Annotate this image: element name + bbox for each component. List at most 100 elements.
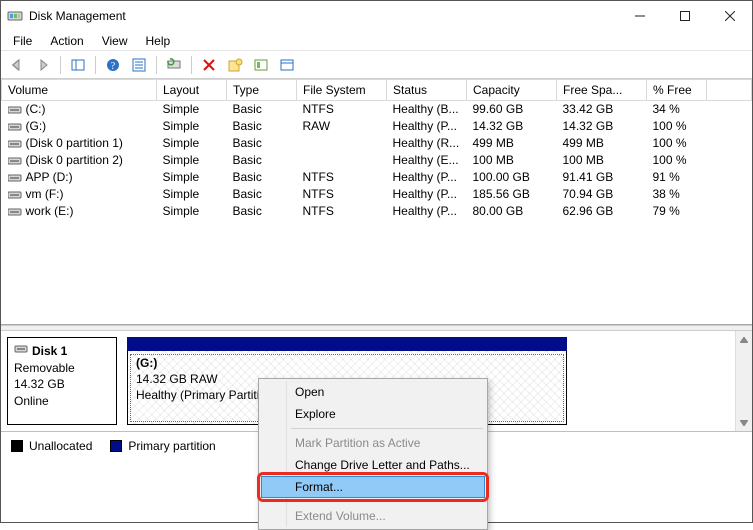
table-cell: 91.41 GB — [557, 169, 647, 186]
disk-pane-scrollbar[interactable] — [735, 331, 752, 431]
table-cell: 34 % — [647, 101, 707, 118]
table-row[interactable]: APP (D:)SimpleBasicNTFSHealthy (P...100.… — [2, 169, 752, 186]
table-row[interactable]: vm (F:)SimpleBasicNTFSHealthy (P...185.5… — [2, 186, 752, 203]
scroll-up-button[interactable] — [736, 331, 752, 348]
table-cell: 185.56 GB — [467, 186, 557, 203]
toolbar: ? — [1, 51, 752, 79]
disk-state: Online — [14, 393, 110, 409]
menu-action[interactable]: Action — [42, 32, 91, 50]
primary-swatch — [110, 440, 122, 452]
forward-button[interactable] — [31, 54, 55, 76]
table-cell: 100 % — [647, 135, 707, 152]
help-button[interactable]: ? — [101, 54, 125, 76]
table-cell: 100.00 GB — [467, 169, 557, 186]
table-row[interactable]: (Disk 0 partition 2)SimpleBasicHealthy (… — [2, 152, 752, 169]
column-header[interactable]: Status — [387, 80, 467, 101]
table-cell: NTFS — [297, 101, 387, 118]
settings-button[interactable] — [275, 54, 299, 76]
table-cell: NTFS — [297, 169, 387, 186]
table-cell: Healthy (P... — [387, 169, 467, 186]
table-row[interactable]: (G:)SimpleBasicRAWHealthy (P...14.32 GB1… — [2, 118, 752, 135]
context-menu-separator — [291, 501, 483, 502]
drive-icon — [8, 189, 22, 201]
table-cell — [707, 186, 752, 203]
maximize-button[interactable] — [662, 1, 707, 31]
volume-list[interactable]: VolumeLayoutTypeFile SystemStatusCapacit… — [1, 79, 752, 325]
menu-help[interactable]: Help — [138, 32, 179, 50]
table-cell — [297, 152, 387, 169]
scroll-down-button[interactable] — [736, 414, 752, 431]
show-hide-console-tree-button[interactable] — [66, 54, 90, 76]
table-cell: Healthy (R... — [387, 135, 467, 152]
table-cell: vm (F:) — [2, 186, 157, 203]
table-cell: Basic — [227, 186, 297, 203]
table-cell: 100 MB — [467, 152, 557, 169]
context-menu-item[interactable]: Explore — [261, 403, 485, 425]
drive-icon — [8, 138, 22, 150]
table-cell: 38 % — [647, 186, 707, 203]
drive-icon — [8, 172, 22, 184]
table-cell: 91 % — [647, 169, 707, 186]
delete-button[interactable] — [197, 54, 221, 76]
context-menu[interactable]: OpenExploreMark Partition as ActiveChang… — [258, 378, 488, 530]
table-cell: Basic — [227, 152, 297, 169]
table-cell: (C:) — [2, 101, 157, 118]
disk-icon — [14, 342, 28, 360]
drive-icon — [8, 121, 22, 133]
column-header[interactable]: Layout — [157, 80, 227, 101]
drive-icon — [8, 206, 22, 218]
disk-header-box[interactable]: Disk 1 Removable 14.32 GB Online — [7, 337, 117, 425]
properties-button[interactable] — [127, 54, 151, 76]
table-cell: Healthy (B... — [387, 101, 467, 118]
context-menu-item[interactable]: Change Drive Letter and Paths... — [261, 454, 485, 476]
column-header[interactable]: Volume — [2, 80, 157, 101]
legend-primary-label: Primary partition — [128, 439, 215, 453]
toolbar-separator — [191, 56, 192, 74]
column-header[interactable]: Capacity — [467, 80, 557, 101]
table-cell: 70.94 GB — [557, 186, 647, 203]
back-button[interactable] — [5, 54, 29, 76]
table-cell — [707, 135, 752, 152]
toolbar-separator — [60, 56, 61, 74]
table-cell: Simple — [157, 169, 227, 186]
table-cell: Basic — [227, 203, 297, 220]
column-header-blank[interactable] — [707, 80, 752, 101]
column-header[interactable]: Type — [227, 80, 297, 101]
menu-view[interactable]: View — [94, 32, 136, 50]
table-cell: Simple — [157, 118, 227, 135]
column-header[interactable]: % Free — [647, 80, 707, 101]
table-cell: work (E:) — [2, 203, 157, 220]
column-headers[interactable]: VolumeLayoutTypeFile SystemStatusCapacit… — [2, 80, 752, 101]
partition-name: (G:) — [136, 355, 558, 371]
table-cell — [707, 203, 752, 220]
table-cell: APP (D:) — [2, 169, 157, 186]
table-row[interactable]: (Disk 0 partition 1)SimpleBasicHealthy (… — [2, 135, 752, 152]
disk-title: Disk 1 — [32, 343, 67, 359]
menu-bar: File Action View Help — [1, 31, 752, 51]
table-cell — [707, 152, 752, 169]
close-button[interactable] — [707, 1, 752, 31]
table-cell: 499 MB — [557, 135, 647, 152]
column-header[interactable]: Free Spa... — [557, 80, 647, 101]
table-row[interactable]: (C:)SimpleBasicNTFSHealthy (B...99.60 GB… — [2, 101, 752, 118]
legend-unallocated: Unallocated — [11, 439, 92, 453]
new-partition-button[interactable] — [223, 54, 247, 76]
table-row[interactable]: work (E:)SimpleBasicNTFSHealthy (P...80.… — [2, 203, 752, 220]
table-cell: Simple — [157, 186, 227, 203]
toolbar-separator — [95, 56, 96, 74]
context-menu-item[interactable]: Open — [261, 381, 485, 403]
context-menu-item[interactable]: Format... — [261, 476, 485, 498]
table-cell: Basic — [227, 118, 297, 135]
minimize-button[interactable] — [617, 1, 662, 31]
refresh-button[interactable] — [162, 54, 186, 76]
table-cell: NTFS — [297, 203, 387, 220]
table-cell: 100 % — [647, 152, 707, 169]
table-cell: Basic — [227, 169, 297, 186]
table-cell: Healthy (P... — [387, 118, 467, 135]
format-button[interactable] — [249, 54, 273, 76]
title-bar: Disk Management — [1, 1, 752, 31]
column-header[interactable]: File System — [297, 80, 387, 101]
svg-text:?: ? — [111, 61, 116, 72]
menu-file[interactable]: File — [5, 32, 40, 50]
table-cell: (Disk 0 partition 2) — [2, 152, 157, 169]
